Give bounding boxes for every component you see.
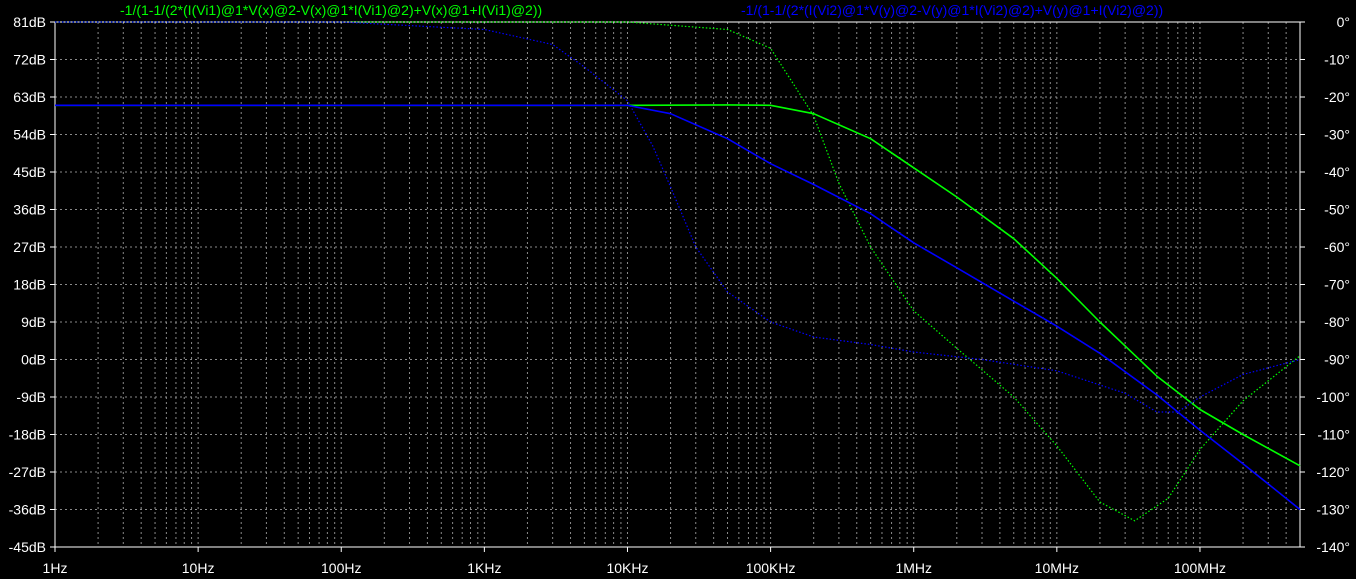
y-right-tick-label: -20° (1324, 89, 1350, 105)
y-right-tick-label: -110° (1317, 427, 1350, 443)
y-right-tick-label: -130° (1316, 502, 1350, 518)
x-tick-label: 100Hz (321, 560, 361, 576)
y-left-tick-label: 27dB (13, 239, 46, 255)
y-left-tick-label: -27dB (9, 464, 46, 480)
y-left-tick-label: 9dB (21, 314, 46, 330)
x-tick-label: 10Hz (182, 560, 215, 576)
x-tick-label: 1KHz (467, 560, 501, 576)
y-right-tick-label: -70° (1324, 277, 1350, 293)
x-tick-label: 100MHz (1174, 560, 1226, 576)
bode-plot: 1Hz 10Hz 100Hz 1KHz 10KHz 100KHz 1MHz 10MHz 100M… (0, 0, 1356, 579)
y-right-tick-label: -50° (1324, 202, 1350, 218)
y-right-tick-label: -100° (1316, 389, 1350, 405)
plot-background (0, 0, 1356, 579)
y-left-tick-label: 63dB (13, 89, 46, 105)
y-left-tick-label: 72dB (13, 52, 46, 68)
y-left-tick-label: 54dB (13, 127, 46, 143)
y-right-tick-label: -120° (1316, 464, 1350, 480)
x-tick-label: 1MHz (895, 560, 932, 576)
y-left-tick-label: 81dB (13, 14, 46, 30)
y-left-tick-label: -36dB (9, 502, 46, 518)
legend-series-2: -1/(1-1/(2*(I(Vi2)@1*V(y)@2-V(y)@1*I(Vi2… (741, 2, 1163, 18)
x-tick-label: 10KHz (606, 560, 648, 576)
x-tick-label: 10MHz (1035, 560, 1079, 576)
y-left-tick-label: -9dB (16, 389, 46, 405)
y-left-tick-label: 45dB (13, 164, 46, 180)
y-right-tick-label: -30° (1324, 127, 1350, 143)
y-left-tick-label: -18dB (9, 427, 46, 443)
y-right-tick-label: -140° (1316, 539, 1350, 555)
y-left-tick-label: 18dB (13, 277, 46, 293)
x-tick-label: 100KHz (746, 560, 796, 576)
y-right-tick-label: -40° (1324, 164, 1350, 180)
bode-plot-svg: 1Hz 10Hz 100Hz 1KHz 10KHz 100KHz 1MHz 10MHz 100M… (0, 0, 1356, 579)
y-left-tick-label: 36dB (13, 202, 46, 218)
y-right-tick-label: -90° (1324, 352, 1350, 368)
y-right-tick-label: 0° (1337, 14, 1350, 30)
x-tick-label: 1Hz (43, 560, 68, 576)
y-left-tick-label: 0dB (21, 352, 46, 368)
y-right-tick-label: -80° (1324, 314, 1350, 330)
y-left-tick-label: -45dB (9, 539, 46, 555)
legend-series-1: -1/(1-1/(2*(I(Vi1)@1*V(x)@2-V(x)@1*I(Vi1… (120, 2, 542, 18)
y-right-tick-label: -60° (1324, 239, 1350, 255)
y-right-tick-label: -10° (1324, 52, 1350, 68)
